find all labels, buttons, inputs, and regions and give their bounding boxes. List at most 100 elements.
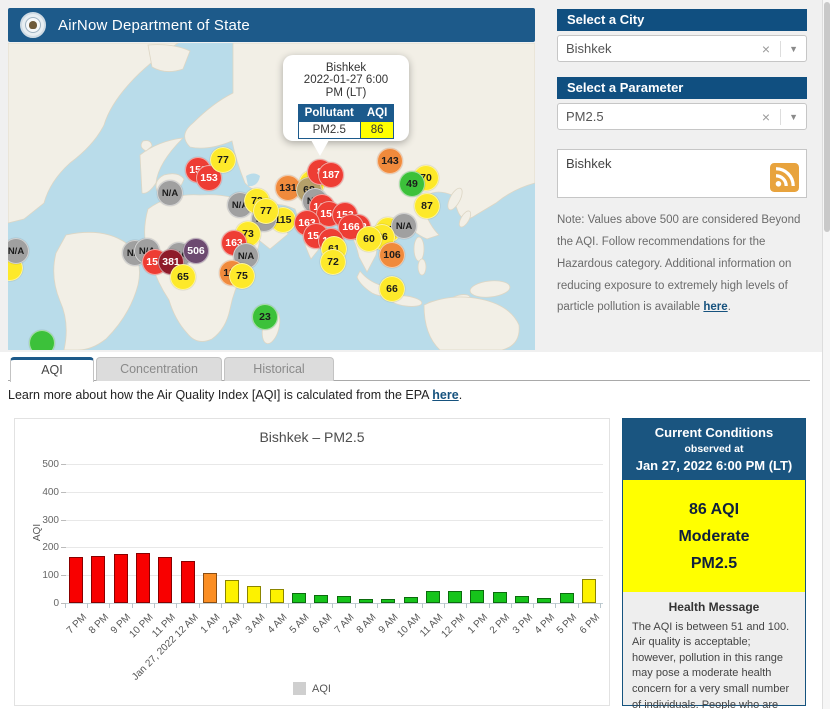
aqi-bar[interactable]: [247, 585, 262, 603]
map-marker[interactable]: 106: [379, 242, 405, 268]
aqi-bar[interactable]: [559, 593, 574, 603]
x-tick-label: 7 PM: [64, 612, 89, 637]
map-marker[interactable]: N/A: [157, 180, 183, 206]
x-tick-mark: [198, 603, 200, 608]
aqi-value: 86 AQI: [688, 501, 740, 518]
current-conditions-header: Current Conditions observed at Jan 27, 2…: [623, 419, 805, 480]
popup-col-aqi: AQI: [359, 104, 395, 123]
aqi-bar[interactable]: [113, 553, 128, 603]
map-marker[interactable]: 60: [356, 226, 382, 252]
aqi-bar[interactable]: [225, 579, 240, 603]
y-axis-label: AQI: [32, 523, 44, 542]
x-tick-mark: [265, 603, 267, 608]
map-marker[interactable]: 75: [229, 263, 255, 289]
x-tick-mark: [577, 603, 579, 608]
health-message: Health Message The AQI is between 51 and…: [623, 592, 805, 709]
map-marker[interactable]: 77: [210, 147, 236, 173]
map-marker[interactable]: 72: [320, 249, 346, 275]
aqi-bar[interactable]: [381, 598, 396, 603]
aqi-chart: Bishkek – PM2.5 AQI 7 PM 8 PM 9 PM 10 PM 11 …: [14, 418, 610, 706]
x-tick-label: 2 AM: [220, 612, 245, 636]
health-message-text: The AQI is between 51 and 100. Air quali…: [632, 620, 790, 709]
aqi-bar[interactable]: [515, 596, 529, 603]
x-tick-label: 1 AM: [198, 612, 223, 636]
aqi-bar[interactable]: [314, 594, 329, 603]
chevron-down-icon[interactable]: ▼: [789, 44, 798, 54]
aqi-bar[interactable]: [537, 597, 552, 603]
x-tick-mark: [176, 603, 178, 608]
city-feed-box: Bishkek: [557, 149, 807, 198]
y-tick-mark: [61, 464, 66, 465]
map-marker[interactable]: 87: [414, 193, 440, 219]
popup-table: Pollutant AQI PM2.5 86: [297, 104, 395, 140]
y-tick-label: 200: [42, 542, 59, 554]
x-tick-mark: [109, 603, 111, 608]
map-marker[interactable]: [29, 330, 55, 350]
aqi-bar[interactable]: [581, 579, 596, 603]
x-tick-mark: [332, 603, 334, 608]
aqi-bar[interactable]: [358, 598, 373, 603]
city-select[interactable]: Bishkek × ▼: [557, 35, 807, 62]
aqi-bar[interactable]: [269, 588, 284, 603]
aqi-bar[interactable]: [135, 552, 150, 603]
note-text: Note: Values above 500 are considered Be…: [557, 214, 801, 314]
map-marker[interactable]: 66: [379, 276, 405, 302]
tab-concentration[interactable]: Concentration: [96, 357, 222, 381]
legend-label: AQI: [312, 682, 331, 695]
aqi-bar[interactable]: [202, 572, 217, 603]
aqi-bar[interactable]: [403, 597, 418, 603]
y-tick-mark: [61, 491, 66, 493]
note-here-link[interactable]: here: [703, 301, 727, 313]
observed-at-label: observed at: [684, 443, 744, 455]
select-divider: [780, 40, 782, 57]
tab-aqi[interactable]: AQI: [10, 357, 94, 382]
aqi-bar[interactable]: [91, 555, 106, 603]
x-tick-label: 1 PM: [465, 612, 491, 637]
map-marker[interactable]: 143: [377, 148, 403, 174]
current-conditions-panel: Current Conditions observed at Jan 27, 2…: [622, 418, 806, 709]
popup-col-pollutant: Pollutant: [297, 104, 361, 123]
world-map-land: [8, 43, 535, 350]
aqi-summary: 86 AQI Moderate PM2.5: [623, 480, 805, 592]
aqi-bar[interactable]: [425, 591, 440, 603]
aqi-bar[interactable]: [69, 557, 83, 603]
x-tick-label: 2 PM: [488, 612, 513, 637]
aqi-bar[interactable]: [470, 589, 485, 603]
x-tick-mark: [220, 603, 222, 608]
x-tick-mark: [131, 603, 133, 608]
world-aqi-map[interactable]: N/A15315377N/AN/A72115N/A7773163N/AN/AN/…: [8, 43, 535, 350]
parameter-select[interactable]: PM2.5 × ▼: [557, 103, 807, 130]
x-tick-mark: [443, 603, 445, 608]
map-popup[interactable]: Bishkek 2022-01-27 6:00 PM (LT) Pollutan…: [283, 55, 409, 156]
popup-tail: [311, 140, 329, 156]
map-marker[interactable]: 187: [318, 162, 344, 188]
map-marker[interactable]: 23: [252, 304, 278, 330]
page-scrollbar[interactable]: [822, 0, 830, 709]
aqi-pollutant: PM2.5: [690, 555, 738, 573]
clear-city-icon[interactable]: ×: [762, 41, 770, 57]
learn-more-here-link[interactable]: here: [432, 388, 458, 402]
aqi-bar[interactable]: [448, 591, 463, 603]
aqi-bar[interactable]: [336, 596, 351, 603]
tab-historical[interactable]: Historical: [224, 357, 334, 381]
y-tick-label: 0: [53, 598, 59, 609]
map-marker[interactable]: 77: [253, 198, 279, 224]
rss-icon[interactable]: [770, 163, 799, 192]
city-select-value: Bishkek: [566, 41, 612, 56]
scrollbar-thumb[interactable]: [824, 2, 830, 232]
parameter-select-value: PM2.5: [566, 109, 604, 124]
x-tick-mark: [600, 603, 602, 608]
feed-city-label: Bishkek: [566, 156, 612, 171]
parameter-select-header: Select a Parameter: [557, 77, 807, 99]
x-tick-label: 10 PM: [127, 612, 156, 641]
aqi-bar[interactable]: [180, 561, 195, 603]
aqi-bar[interactable]: [292, 593, 306, 603]
map-marker[interactable]: 65: [170, 264, 196, 290]
map-marker[interactable]: 506: [183, 238, 209, 264]
y-tick-mark: [61, 547, 66, 549]
aqi-bar[interactable]: [492, 591, 507, 603]
aqi-bar[interactable]: [158, 556, 173, 603]
clear-parameter-icon[interactable]: ×: [762, 109, 770, 125]
chevron-down-icon[interactable]: ▼: [789, 112, 798, 122]
x-tick-label: 6 PM: [577, 612, 602, 637]
